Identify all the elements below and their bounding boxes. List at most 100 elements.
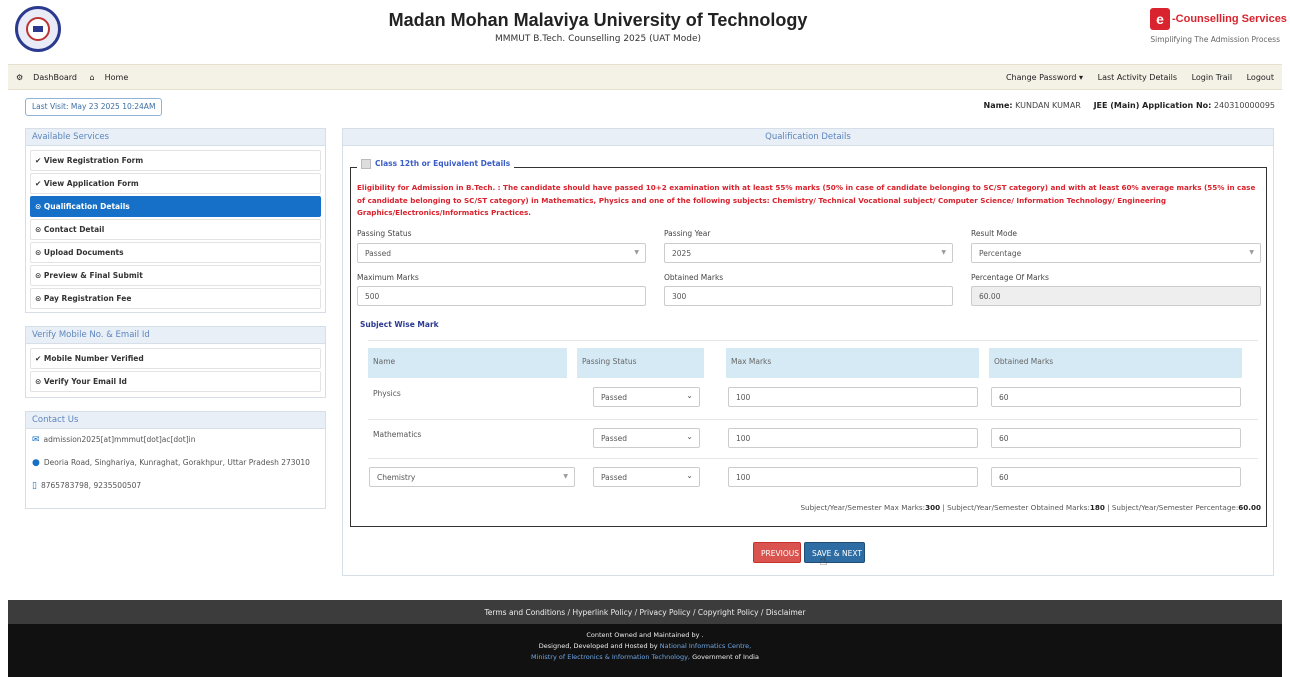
sidebar-item-label: Verify Your Email Id [43,377,127,386]
page-subtitle: MMMUT B.Tech. Counselling 2025 (UAT Mode… [494,34,702,44]
login-trail-link[interactable]: Login Trail [1192,73,1232,82]
subject-name-value: Chemistry [377,473,416,482]
circle-icon: ⊙ [35,225,42,234]
footer-owned: Content Owned and Maintained by . [586,631,704,639]
subject-max-input[interactable]: 100 [728,467,978,487]
result-mode-label: Result Mode [971,229,1017,238]
check-circle-icon: ✔ [35,354,42,363]
divider [368,458,1258,459]
name-value: KUNDAN KUMAR [1015,101,1081,110]
footer-links[interactable]: Terms and Conditions / Hyperlink Policy … [8,600,1282,624]
sidebar-item-view-registration[interactable]: ✔ View Registration Form [30,150,321,171]
subject-max-input[interactable]: 100 [728,428,978,448]
col-header-obtained: Obtained Marks [989,348,1242,378]
home-label: Home [104,73,129,82]
divider [368,340,1258,341]
sidebar-item-verify-email[interactable]: ⊙ Verify Your Email Id [30,371,321,392]
subject-status-select[interactable]: Passed ⌄ [593,428,700,448]
nic-link[interactable]: National Informatics Centre, [660,642,752,650]
check-circle-icon: ✔ [35,179,42,188]
result-mode-value: Percentage [979,249,1022,258]
sidebar-item-mobile-verified[interactable]: ✔ Mobile Number Verified [30,348,321,369]
services-panel: Available Services ✔ View Registration F… [25,128,326,313]
summary-max-label: Subject/Year/Semester Max Marks: [800,503,926,512]
sidebar-item-pay-fee[interactable]: ⊙ Pay Registration Fee [30,288,321,309]
subject-status-select[interactable]: Passed ⌄ [593,467,700,487]
last-visit-label: Last Visit: [32,102,69,111]
subject-status-value: Passed [601,434,627,443]
previous-button[interactable]: PREVIOUS [753,542,801,563]
subject-status-value: Passed [601,473,627,482]
class12-checkbox[interactable] [361,159,371,169]
summary-obtained-value: 180 [1089,503,1105,512]
sidebar-item-qualification[interactable]: ⊙ Qualification Details [30,196,321,217]
summary-percentage-label: | Subject/Year/Semester Percentage: [1107,503,1239,512]
name-label: Name: [983,101,1013,110]
subject-obtained-input[interactable]: 60 [991,467,1241,487]
footer-designed-text: Designed, Developed and Hosted by [538,642,660,650]
max-marks-label: Maximum Marks [357,273,419,282]
verify-title: Verify Mobile No. & Email Id [26,327,325,344]
last-visit-badge: Last Visit: May 23 2025 10:24AM [25,98,163,116]
contact-address: ● Deoria Road, Singhariya, Kunraghat, Gor… [26,452,325,475]
dashboard-link[interactable]: ⚙ DashBoard [16,73,77,82]
passing-year-select[interactable]: 2025 ▼ [664,243,953,263]
brand-tagline: Simplifying The Admission Process [1150,35,1280,44]
last-activity-link[interactable]: Last Activity Details [1098,73,1177,82]
obtained-marks-label: Obtained Marks [664,273,724,282]
sidebar-item-contact[interactable]: ⊙ Contact Detail [30,219,321,240]
meity-link[interactable]: Ministry of Electronics & Information Te… [531,653,690,661]
obtained-marks-input[interactable]: 300 [664,286,953,306]
subject-obtained-input[interactable]: 60 [991,428,1241,448]
subject-name-select[interactable]: Chemistry ▼ [369,467,575,487]
top-navbar: ⚙ DashBoard ⌂ Home Change Password ▾ Last … [8,64,1282,90]
footer-designed: Designed, Developed and Hosted by Nation… [8,641,1282,652]
result-mode-select[interactable]: Percentage ▼ [971,243,1261,263]
dashboard-icon: ⚙ [16,73,24,82]
subject-status-select[interactable]: Passed ⌄ [593,387,700,407]
col-header-status: Passing Status [577,348,704,378]
page-title: Madan Mohan Malaviya University of Techn… [388,10,808,30]
user-info: Name: KUNDAN KUMAR JEE (Main) Applicatio… [984,101,1275,110]
sidebar-item-preview[interactable]: ⊙ Preview & Final Submit [30,265,321,286]
home-link[interactable]: ⌂ Home [90,73,129,82]
circle-icon: ⊙ [35,377,42,386]
footer-ministry: Ministry of Electronics & Information Te… [8,652,1282,663]
summary-max-value: 300 [925,503,941,512]
subject-status-value: Passed [601,393,627,402]
sidebar-item-label: View Application Form [43,179,139,188]
sidebar-item-label: Upload Documents [43,248,124,257]
chevron-down-icon: ⌄ [686,432,693,441]
passing-year-value: 2025 [672,249,692,258]
sidebar-item-label: Contact Detail [43,225,105,234]
col-header-name: Name [368,348,567,378]
chevron-down-icon: ▼ [634,249,639,256]
chevron-down-icon: ▼ [1249,249,1254,256]
circle-icon: ⊙ [35,294,42,303]
passing-status-label: Passing Status [357,229,412,238]
save-next-button[interactable]: SAVE & NEXT [804,542,865,563]
envelope-icon: ✉ [32,435,40,445]
application-no-value: 240310000095 [1213,101,1275,110]
subject-name: Physics [373,389,401,398]
passing-status-select[interactable]: Passed ▼ [357,243,646,263]
footer-gov-text: Government of India [690,653,759,661]
sidebar-item-label: Mobile Number Verified [43,354,144,363]
sidebar-item-label: Pay Registration Fee [43,294,132,303]
col-header-max: Max Marks [726,348,979,378]
circle-icon: ⊙ [35,271,42,280]
logout-link[interactable]: Logout [1247,73,1274,82]
subject-max-input[interactable]: 100 [728,387,978,407]
sidebar-item-upload[interactable]: ⊙ Upload Documents [30,242,321,263]
max-marks-input[interactable]: 500 [357,286,646,306]
verify-panel: Verify Mobile No. & Email Id ✔ Mobile Nu… [25,326,326,398]
contact-title: Contact Us [26,412,325,429]
check-circle-icon: ✔ [35,156,42,165]
change-password-menu[interactable]: Change Password ▾ [1006,73,1083,82]
phone-icon: ▯ [32,481,37,491]
subject-name: Mathematics [373,430,422,439]
percentage-input: 60.00 [971,286,1261,306]
sidebar-item-label: View Registration Form [43,156,144,165]
sidebar-item-view-application[interactable]: ✔ View Application Form [30,173,321,194]
subject-obtained-input[interactable]: 60 [991,387,1241,407]
